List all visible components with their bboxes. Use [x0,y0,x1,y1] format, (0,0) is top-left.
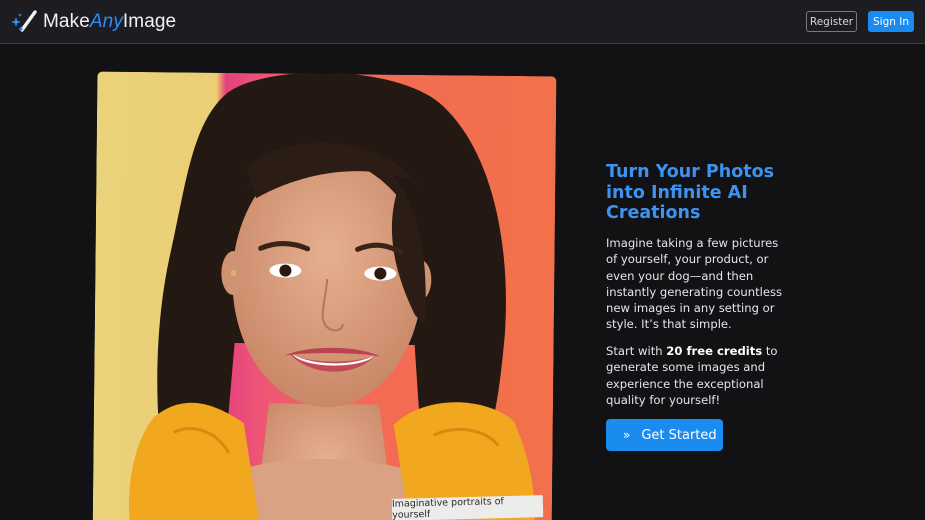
logo-link[interactable]: MakeAnyImage [10,9,176,35]
hero-description: Imagine taking a few pictures of yoursel… [606,236,783,332]
hero-title: Turn Your Photos into Infinite AI Creati… [606,162,775,223]
logo-text: MakeAnyImage [43,11,177,32]
get-started-label: Get Started [641,427,717,443]
register-button[interactable]: Register [806,11,857,32]
portrait-showcase-image [92,71,557,520]
showcase-caption: Imaginative portraits of yourself [391,495,544,520]
magic-wand-sparkle-icon [11,10,37,32]
double-chevron-right-icon: » [623,428,631,442]
top-navbar: MakeAnyImage Register Sign In [0,0,925,44]
free-credits-text: Start with 20 free credits to generate s… [606,344,778,407]
sign-in-button[interactable]: Sign In [868,11,914,32]
free-credits-highlight: 20 free credits [666,344,763,358]
get-started-button[interactable]: » Get Started [606,419,723,451]
